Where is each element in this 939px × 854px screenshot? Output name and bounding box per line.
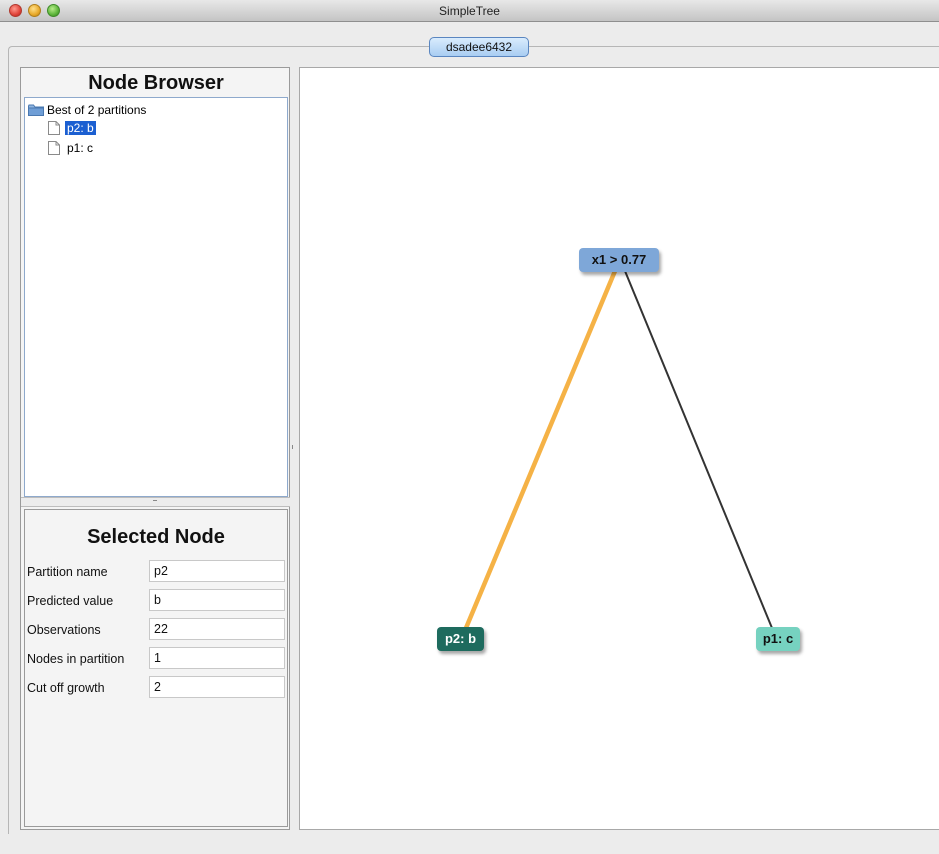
edge-right <box>624 270 773 629</box>
cut-off-growth-field[interactable]: 2 <box>149 676 285 698</box>
tree-node-p2[interactable]: p2: b <box>437 627 484 651</box>
grip-icon <box>292 445 295 449</box>
window-titlebar: SimpleTree <box>0 0 939 22</box>
tree-node-p1[interactable]: p1: c <box>756 627 800 651</box>
nodes-in-partition-label: Nodes in partition <box>27 652 125 666</box>
grip-icon <box>153 500 157 504</box>
tree-edges <box>463 268 773 631</box>
partition-name-field[interactable]: p2 <box>149 560 285 582</box>
folder-icon <box>28 104 44 116</box>
left-panel: Node Browser Best of 2 partitions p2: b … <box>20 67 291 830</box>
node-browser-title: Node Browser <box>88 72 224 94</box>
tree-canvas[interactable]: x1 > 0.77 p2: b p1: c <box>299 67 939 830</box>
cut-off-growth-label: Cut off growth <box>27 681 105 695</box>
nodes-in-partition-field[interactable]: 1 <box>149 647 285 669</box>
tree-item-label: p2: b <box>65 121 96 135</box>
tab-dsadee6432[interactable]: dsadee6432 <box>429 37 529 57</box>
node-browser-tree[interactable]: Best of 2 partitions p2: b p1: c <box>24 97 288 497</box>
file-icon <box>48 141 60 155</box>
status-bar <box>0 834 939 854</box>
predicted-value-field[interactable]: b <box>149 589 285 611</box>
tree-node-root[interactable]: x1 > 0.77 <box>579 248 659 272</box>
file-icon <box>48 121 60 135</box>
edge-left <box>463 268 618 631</box>
selected-node-title: Selected Node <box>87 526 225 548</box>
tree-item-label: p1: c <box>67 141 94 155</box>
observations-field[interactable]: 22 <box>149 618 285 640</box>
horizontal-split-handle[interactable] <box>21 497 291 507</box>
selected-node-panel: Selected Node Partition name p2 Predicte… <box>24 509 288 827</box>
partition-name-label: Partition name <box>27 565 108 579</box>
predicted-value-label: Predicted value <box>27 594 114 608</box>
window-title: SimpleTree <box>439 4 500 18</box>
vertical-split-handle[interactable] <box>290 67 299 830</box>
tree-root-label: Best of 2 partitions <box>47 103 147 117</box>
observations-label: Observations <box>27 623 101 637</box>
